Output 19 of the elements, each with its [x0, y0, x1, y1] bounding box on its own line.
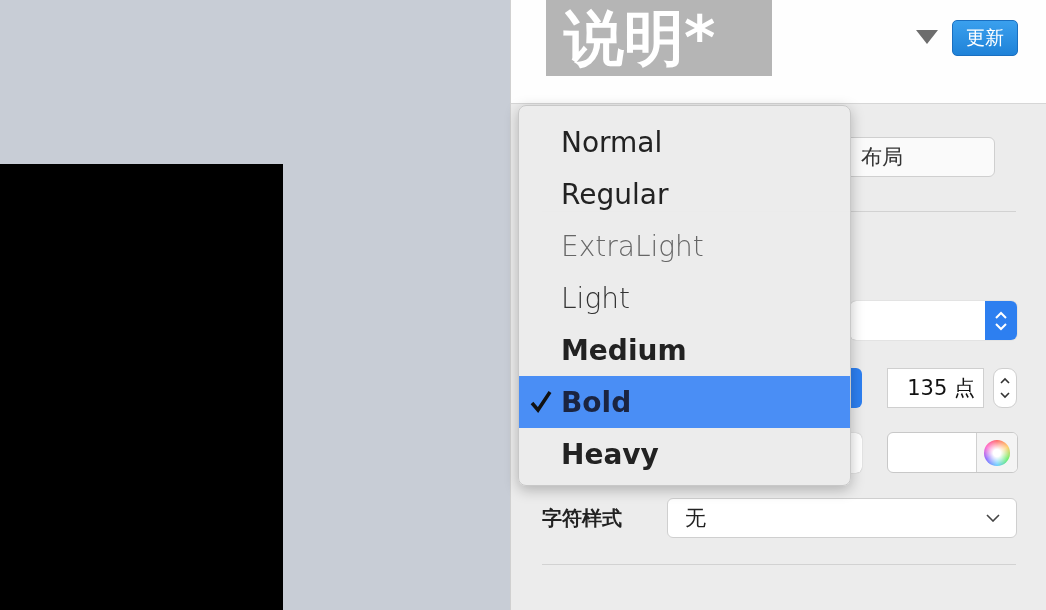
character-style-select[interactable]: 无	[667, 498, 1017, 538]
chevron-down-icon	[986, 514, 1000, 522]
menu-item[interactable]: Bold	[519, 376, 850, 428]
check-icon	[530, 390, 552, 414]
menu-item[interactable]: Regular	[519, 168, 850, 220]
color-well[interactable]	[887, 432, 1018, 473]
font-select[interactable]	[850, 301, 1017, 340]
menu-item[interactable]: Light	[519, 272, 850, 324]
menu-item[interactable]: ExtraLight	[519, 220, 850, 272]
layout-button[interactable]: 布局	[850, 137, 995, 177]
dropdown-triangle-icon[interactable]	[916, 30, 938, 44]
font-size-field[interactable]: 135 点	[887, 368, 984, 408]
color-wheel-icon	[984, 439, 1010, 466]
menu-item[interactable]: Heavy	[519, 428, 850, 480]
menu-item[interactable]: Medium	[519, 324, 850, 376]
size-stepper[interactable]	[993, 368, 1017, 408]
up-down-arrows-icon	[999, 375, 1011, 401]
menu-item[interactable]: Normal	[519, 116, 850, 168]
character-style-label: 字符样式	[542, 504, 623, 532]
